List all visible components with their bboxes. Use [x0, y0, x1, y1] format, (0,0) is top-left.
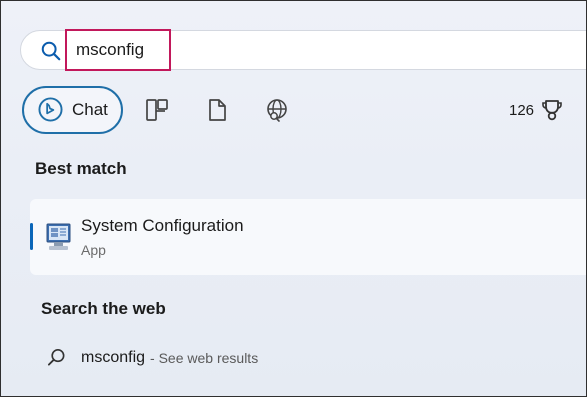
search-web-heading: Search the web: [41, 299, 166, 318]
best-match-result[interactable]: System Configuration App: [30, 199, 586, 275]
system-configuration-icon: [46, 223, 71, 250]
web-search-icon: [47, 349, 65, 366]
start-search-panel: msconfig Chat 126 Best match System Conf…: [0, 0, 587, 397]
trophy-icon: [542, 100, 562, 121]
bing-chat-icon: [38, 97, 63, 122]
web-results-suffix: - See web results: [150, 349, 259, 366]
chat-button[interactable]: Chat: [22, 86, 123, 134]
search-bar[interactable]: msconfig: [20, 29, 586, 71]
search-icon: [41, 41, 61, 61]
web-query-text: msconfig: [81, 348, 146, 366]
rewards-points[interactable]: 126: [509, 98, 564, 122]
web-search-result[interactable]: msconfig - See web results: [46, 347, 258, 368]
rewards-count: 126: [509, 101, 535, 119]
best-match-heading: Best match: [35, 159, 127, 178]
search-query-text: msconfig: [76, 40, 145, 59]
web-globe-icon[interactable]: [264, 97, 290, 123]
result-subtitle: App: [81, 242, 106, 258]
apps-grid-icon[interactable]: [144, 97, 170, 123]
chat-label: Chat: [72, 100, 108, 119]
result-title: System Configuration: [81, 216, 244, 235]
search-input[interactable]: msconfig: [65, 29, 171, 71]
document-icon[interactable]: [204, 97, 230, 123]
selection-indicator: [30, 223, 33, 250]
